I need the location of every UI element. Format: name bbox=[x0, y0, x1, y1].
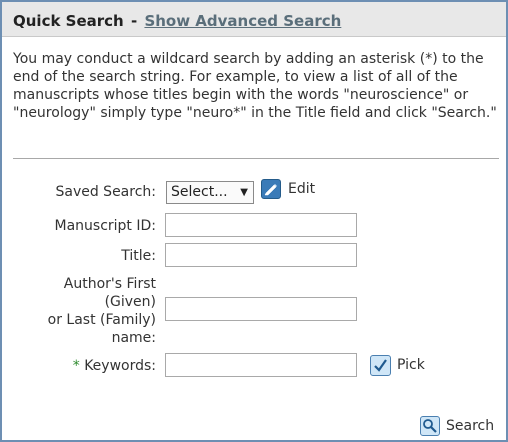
pick-link[interactable]: Pick bbox=[397, 357, 425, 373]
edit-link[interactable]: Edit bbox=[288, 181, 315, 197]
manuscript-id-label: Manuscript ID: bbox=[54, 218, 157, 234]
search-button[interactable]: Search bbox=[446, 418, 494, 434]
saved-search-label: Saved Search: bbox=[55, 184, 156, 200]
manuscript-id-input[interactable] bbox=[165, 213, 357, 237]
show-advanced-search-link[interactable]: Show Advanced Search bbox=[144, 12, 341, 30]
title-label: Title: bbox=[121, 248, 156, 264]
search-icon[interactable] bbox=[420, 416, 440, 436]
keywords-label-text: Keywords: bbox=[84, 358, 156, 374]
saved-search-selected: Select... bbox=[171, 184, 228, 200]
chevron-down-icon: ▼ bbox=[240, 187, 248, 198]
keywords-label: * Keywords: bbox=[73, 357, 156, 375]
author-label: Author's First (Given) or Last (Family) … bbox=[48, 275, 156, 347]
keywords-input[interactable] bbox=[165, 353, 357, 377]
intro-text: You may conduct a wildcard search by add… bbox=[13, 51, 497, 121]
divider bbox=[13, 158, 499, 159]
panel-title: Quick Search - Show Advanced Search bbox=[13, 12, 341, 30]
required-mark: * bbox=[72, 358, 80, 374]
saved-search-select[interactable]: Select... ▼ bbox=[166, 181, 254, 204]
author-label-line2: (Given) bbox=[104, 294, 156, 310]
author-label-line1: Author's First bbox=[63, 276, 156, 292]
quick-search-panel: Quick Search - Show Advanced Search You … bbox=[0, 0, 508, 442]
quick-search-title: Quick Search bbox=[13, 12, 124, 30]
author-label-line4: name: bbox=[111, 330, 156, 346]
check-icon[interactable] bbox=[370, 355, 391, 376]
author-label-line3: or Last (Family) bbox=[47, 312, 156, 328]
author-name-input[interactable] bbox=[165, 297, 357, 321]
panel-header: Quick Search - Show Advanced Search bbox=[2, 2, 506, 37]
edit-icon[interactable] bbox=[261, 179, 281, 199]
title-input[interactable] bbox=[165, 243, 357, 267]
title-separator: - bbox=[130, 12, 138, 30]
